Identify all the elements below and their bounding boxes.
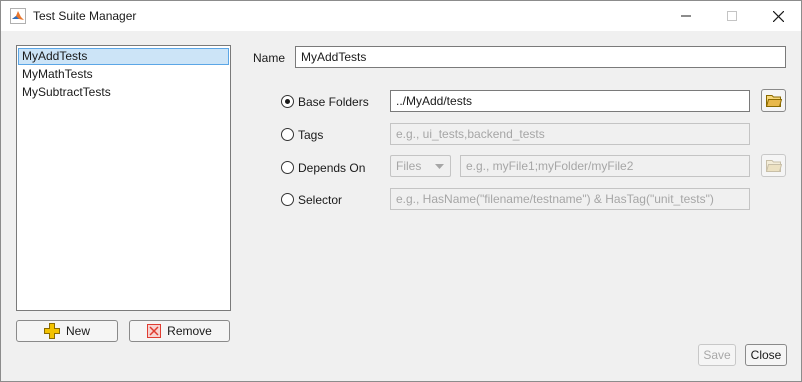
selector-radio[interactable]: [281, 193, 294, 206]
save-button-label: Save: [703, 348, 731, 362]
matlab-icon: [10, 8, 26, 24]
window-title: Test Suite Manager: [33, 9, 137, 23]
depends-on-label: Depends On: [298, 161, 366, 175]
depends-on-type-dropdown[interactable]: Files: [390, 155, 451, 177]
remove-button-label: Remove: [167, 324, 212, 338]
suite-list[interactable]: MyAddTests MyMathTests MySubtractTests: [16, 45, 231, 311]
base-folders-field[interactable]: ../MyAdd/tests: [390, 90, 750, 112]
close-button[interactable]: Close: [745, 344, 787, 366]
list-item[interactable]: MySubtractTests: [18, 84, 229, 101]
chevron-down-icon: [435, 164, 444, 169]
close-icon: [772, 10, 784, 22]
new-button-label: New: [65, 324, 90, 338]
title-bar: Test Suite Manager: [1, 1, 801, 31]
name-field[interactable]: MyAddTests: [295, 46, 786, 68]
selector-field[interactable]: e.g., HasName("filename/testname") & Has…: [390, 188, 750, 210]
radio-selected-dot: [285, 99, 290, 104]
depends-on-field[interactable]: e.g., myFile1;myFolder/myFile2: [460, 155, 750, 177]
save-button[interactable]: Save: [698, 344, 736, 366]
tags-radio[interactable]: [281, 128, 294, 141]
browse-depends-on-button[interactable]: [761, 154, 786, 177]
remove-button[interactable]: Remove: [129, 320, 230, 342]
depends-on-type-value: Files: [396, 159, 422, 173]
tags-field[interactable]: e.g., ui_tests,backend_tests: [390, 123, 750, 145]
list-item[interactable]: MyAddTests: [18, 48, 229, 65]
add-icon: [43, 323, 60, 339]
close-button-label: Close: [750, 348, 782, 362]
browse-base-folders-button[interactable]: [761, 89, 786, 112]
list-item[interactable]: MyMathTests: [18, 66, 229, 83]
tags-label: Tags: [298, 128, 324, 142]
base-folders-radio[interactable]: [281, 95, 294, 108]
depends-on-radio[interactable]: [281, 161, 294, 174]
remove-icon: [147, 324, 162, 338]
maximize-icon: [727, 11, 737, 21]
test-suite-manager-window: Test Suite Manager MyAddTests MyMathTest…: [0, 0, 802, 382]
folder-icon: [765, 160, 782, 172]
dialog-body: MyAddTests MyMathTests MySubtractTests N…: [1, 31, 801, 381]
minimize-icon: [681, 15, 691, 17]
base-folders-label: Base Folders: [298, 95, 369, 109]
new-button[interactable]: New: [16, 320, 118, 342]
folder-icon: [765, 95, 782, 107]
maximize-button[interactable]: [709, 1, 755, 31]
selector-label: Selector: [298, 193, 343, 207]
minimize-button[interactable]: [663, 1, 709, 31]
name-label: Name: [253, 51, 286, 65]
close-window-button[interactable]: [755, 1, 801, 31]
